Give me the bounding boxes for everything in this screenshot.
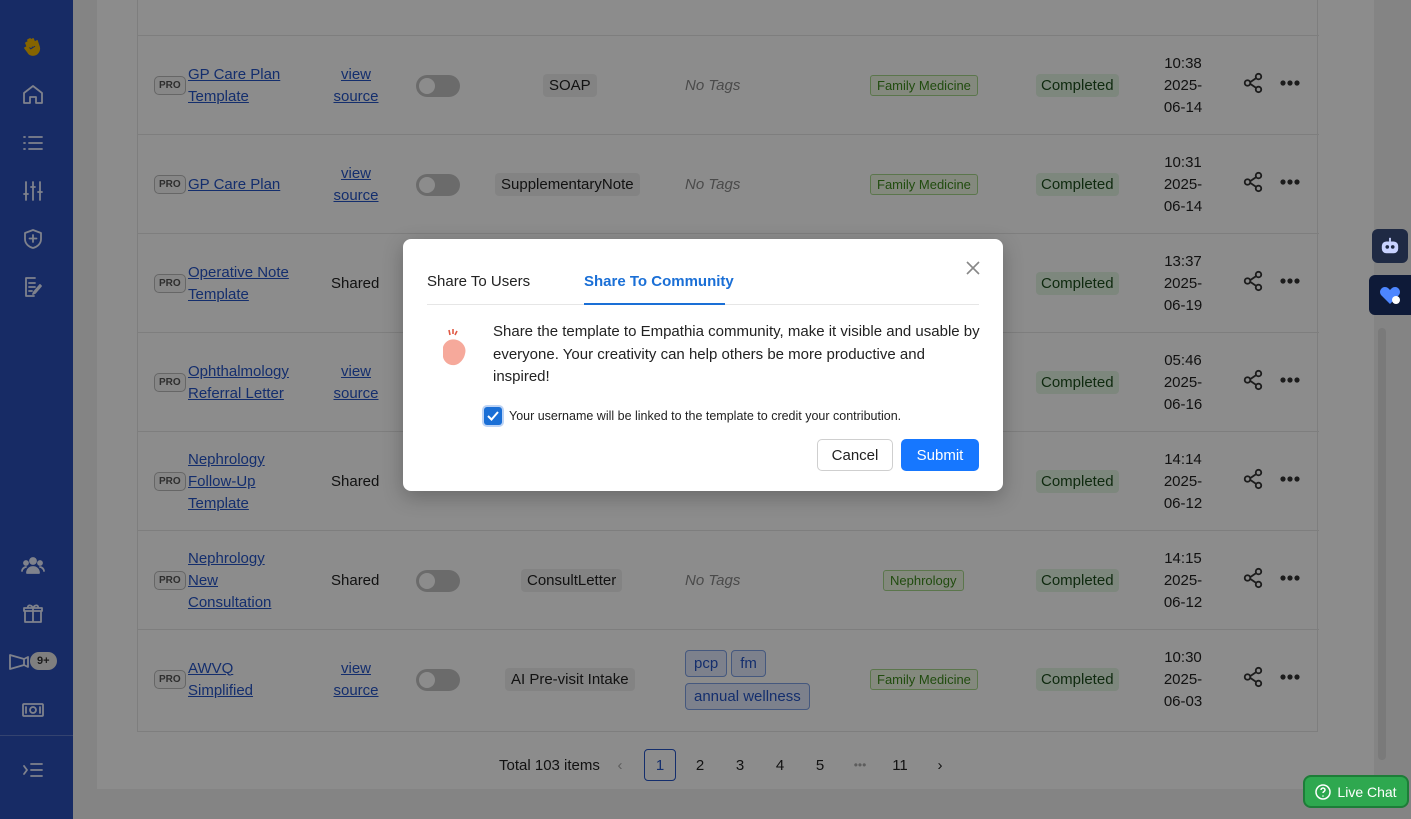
assistant-bot-icon[interactable] [1372,229,1408,263]
share-description: Share the template to Empathia community… [493,323,980,385]
share-modal: Share To Users Share To Community Share … [403,239,1003,491]
share-tabs: Share To Users Share To Community [427,263,979,305]
tab-active-indicator [584,303,725,305]
live-chat-button[interactable]: Live Chat [1303,775,1409,808]
submit-button[interactable]: Submit [901,439,979,471]
live-chat-label: Live Chat [1337,783,1397,800]
tab-share-to-community[interactable]: Share To Community [584,273,734,290]
help-circle-icon [1315,783,1332,800]
tab-share-to-users[interactable]: Share To Users [427,273,530,290]
credit-checkbox[interactable] [484,407,502,425]
cancel-button[interactable]: Cancel [817,439,893,471]
close-icon[interactable] [962,257,984,279]
heart-extension-icon[interactable] [1369,275,1411,315]
clap-hand-icon [435,327,475,376]
credit-checkbox-label: Your username will be linked to the temp… [509,409,902,423]
scrollbar-thumb[interactable] [1378,328,1386,760]
